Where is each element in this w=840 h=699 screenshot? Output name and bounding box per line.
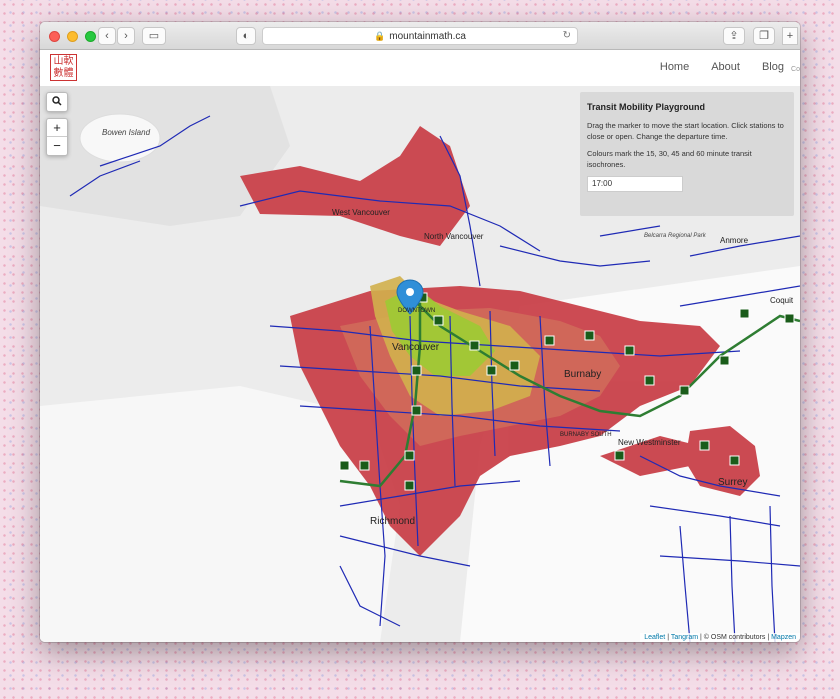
map-label-anmore: Anmore bbox=[720, 236, 749, 245]
station bbox=[719, 355, 730, 366]
station bbox=[644, 375, 655, 386]
station bbox=[509, 360, 520, 371]
map-label-new-westminster: New Westminster bbox=[618, 438, 681, 447]
map-label-bowen: Bowen Island bbox=[102, 128, 151, 137]
attribution-tangram-link[interactable]: Tangram bbox=[671, 634, 698, 641]
fullscreen-window-button[interactable] bbox=[85, 31, 96, 42]
map-label-downtown: DOWNTOWN bbox=[398, 308, 436, 314]
close-window-button[interactable] bbox=[49, 31, 60, 42]
map-label-vancouver: Vancouver bbox=[392, 342, 440, 353]
bowen-island-shape bbox=[79, 113, 161, 163]
station bbox=[486, 365, 497, 376]
attribution-mapzen-link[interactable]: Mapzen bbox=[771, 634, 796, 641]
station bbox=[584, 330, 595, 341]
station bbox=[469, 340, 480, 351]
map-label-north-vancouver: North Vancouver bbox=[424, 232, 484, 241]
search-control[interactable] bbox=[46, 92, 68, 112]
share-button[interactable]: ⇪ bbox=[723, 27, 745, 45]
logo-text: 山軟數體 bbox=[53, 56, 74, 79]
search-icon[interactable] bbox=[47, 93, 67, 111]
station bbox=[359, 460, 370, 471]
station bbox=[404, 480, 415, 491]
map-label-surrey: Surrey bbox=[718, 477, 748, 488]
minimize-window-button[interactable] bbox=[67, 31, 78, 42]
sidebar-toggle-button[interactable]: ▭ bbox=[142, 27, 166, 45]
nav-overflow-text: Co bbox=[791, 66, 800, 73]
new-tab-button[interactable]: + bbox=[782, 27, 798, 45]
station bbox=[624, 345, 635, 356]
zoom-in-button[interactable]: + bbox=[47, 119, 67, 137]
browser-titlebar: ‹ › ▭ ◐ 🔒 mountainmath.ca ↻ ⇪ ❐ + bbox=[40, 22, 800, 50]
reader-mode-button[interactable]: ◐ bbox=[236, 27, 256, 45]
nav-home[interactable]: Home bbox=[660, 61, 689, 73]
site-nav: Home About Blog bbox=[660, 61, 784, 73]
station bbox=[411, 405, 422, 416]
panel-title: Transit Mobility Playground bbox=[587, 102, 706, 112]
station bbox=[404, 450, 415, 461]
map-label-west-vancouver: West Vancouver bbox=[332, 208, 390, 217]
station bbox=[679, 385, 690, 396]
lock-icon: 🔒 bbox=[374, 31, 386, 41]
window-controls bbox=[49, 31, 96, 42]
site-header: 山軟數體 Home About Blog Co bbox=[40, 50, 800, 86]
departure-time-input[interactable]: 17:00 bbox=[587, 176, 683, 192]
tabs-overview-button[interactable]: ❐ bbox=[753, 27, 775, 45]
station bbox=[614, 450, 625, 461]
station bbox=[699, 440, 710, 451]
nav-blog[interactable]: Blog bbox=[762, 61, 784, 73]
station bbox=[729, 455, 740, 466]
url-text: mountainmath.ca bbox=[389, 31, 466, 42]
station bbox=[784, 313, 795, 324]
zoom-control: + − bbox=[46, 118, 68, 156]
browser-window: ‹ › ▭ ◐ 🔒 mountainmath.ca ↻ ⇪ ❐ + 山軟數體 Ho… bbox=[40, 22, 800, 642]
station bbox=[739, 308, 750, 319]
station bbox=[339, 460, 350, 471]
address-bar[interactable]: 🔒 mountainmath.ca ↻ bbox=[262, 27, 578, 45]
map-label-burnaby-south: BURNABY SOUTH bbox=[560, 432, 612, 438]
map-label-coquitlam: Coquit bbox=[770, 296, 794, 305]
site-logo[interactable]: 山軟數體 bbox=[50, 54, 77, 81]
station bbox=[433, 315, 444, 326]
panel-legend-text: Colours mark the 15, 30, 45 and 60 minut… bbox=[587, 149, 752, 169]
map-label-belcarra: Belcarra Regional Park bbox=[644, 233, 706, 239]
back-button[interactable]: ‹ bbox=[98, 27, 116, 45]
map-attribution: Leaflet | Tangram | © OSM contributors |… bbox=[640, 633, 800, 642]
reload-icon[interactable]: ↻ bbox=[563, 28, 571, 44]
map-label-richmond: Richmond bbox=[370, 516, 416, 527]
forward-button[interactable]: › bbox=[117, 27, 135, 45]
map-label-burnaby: Burnaby bbox=[564, 369, 602, 380]
station bbox=[411, 365, 422, 376]
attribution-osm: © OSM contributors bbox=[703, 634, 766, 641]
nav-about[interactable]: About bbox=[711, 61, 740, 73]
attribution-leaflet-link[interactable]: Leaflet bbox=[644, 634, 665, 641]
info-panel: Transit Mobility Playground Drag the mar… bbox=[580, 92, 794, 216]
zoom-out-button[interactable]: − bbox=[47, 137, 67, 155]
station bbox=[544, 335, 555, 346]
transit-map[interactable]: Bowen Island West Vancouver North Vancou… bbox=[40, 86, 800, 642]
panel-instructions: Drag the marker to move the start locati… bbox=[587, 121, 784, 141]
